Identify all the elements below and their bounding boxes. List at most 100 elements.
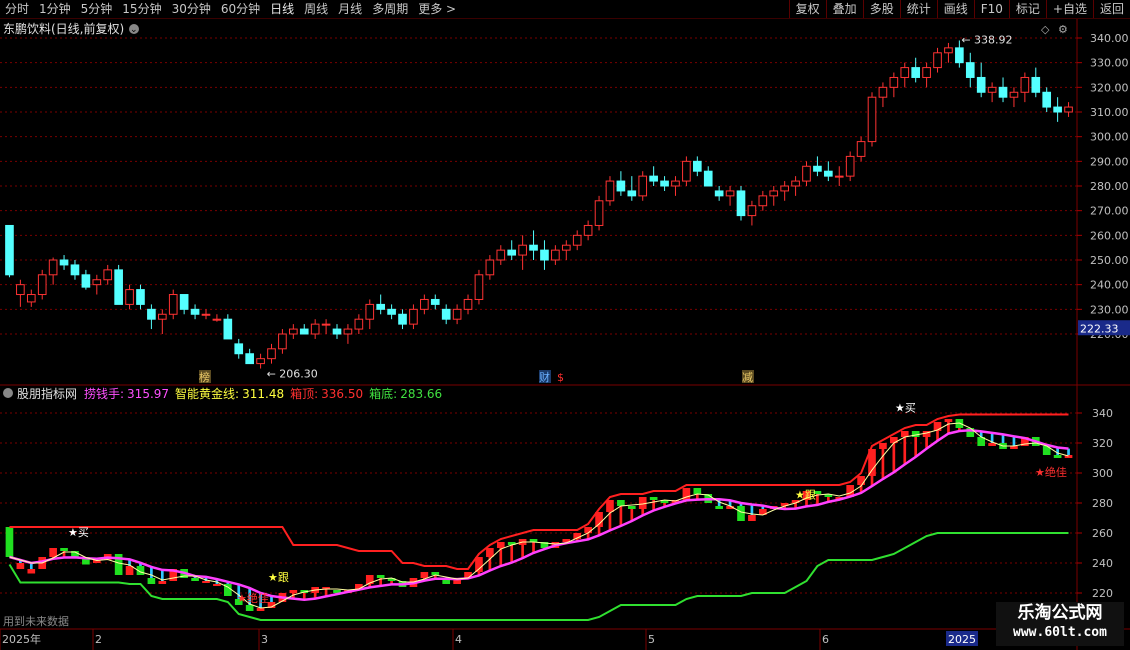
candle-body	[474, 274, 484, 300]
candle-body	[529, 244, 538, 251]
candle-body	[900, 67, 910, 78]
toolbar-button-4[interactable]: 画线	[936, 0, 974, 18]
tab-5[interactable]: 60分钟	[216, 0, 265, 18]
candle-body	[157, 313, 167, 320]
price-tick-label: 290.00	[1090, 155, 1129, 168]
candle-body	[201, 313, 211, 316]
signal-label: ★买	[68, 526, 89, 539]
chart-area[interactable]: ← 338.92← 206.30榜财 $ 减 340.00330.00320.003…	[0, 19, 1130, 650]
tab-8[interactable]: 月线	[333, 0, 367, 18]
toolbar-button-2[interactable]: 多股	[862, 0, 900, 18]
candle-body	[725, 190, 735, 197]
candle-body	[616, 180, 626, 192]
indicator-legend: 捞钱手: 315.97 智能黄金线: 311.48 箱顶: 336.50 箱底: 283.66	[84, 386, 442, 401]
toolbar-button-6[interactable]: 标记	[1008, 0, 1046, 18]
candle-body	[955, 47, 964, 64]
candle-body	[627, 190, 637, 197]
date-label: 6	[822, 633, 829, 646]
toolbar-button-0[interactable]: 复权	[788, 0, 826, 18]
candle-body	[463, 298, 473, 310]
legend-item: 箱底:	[369, 386, 397, 401]
event-marker[interactable]: 减	[742, 371, 753, 384]
candle-body	[430, 298, 440, 305]
price-tick-label: 270.00	[1090, 205, 1129, 218]
toolbar-button-8[interactable]: 返回	[1092, 0, 1130, 18]
indicator-candle	[890, 437, 898, 443]
candle-body	[485, 259, 495, 276]
indicator-title-group: 股朋指标网 捞钱手: 315.97 智能黄金线: 311.48 箱顶: 336.50 箱底:…	[3, 386, 442, 401]
candle-body	[507, 249, 517, 256]
candle-body	[332, 328, 342, 335]
gear-icon[interactable]: ⚙	[1058, 23, 1068, 36]
candle-body	[682, 160, 691, 182]
candle-body	[911, 67, 921, 78]
indicator-name: 股朋指标网	[17, 386, 77, 401]
candle-body	[37, 274, 47, 296]
candle-body	[638, 175, 648, 197]
candle-body	[420, 298, 429, 310]
tab-7[interactable]: 周线	[299, 0, 333, 18]
indicator-candle	[376, 575, 385, 578]
candle-body	[605, 180, 615, 202]
candle-body	[223, 318, 233, 340]
candle-body	[998, 86, 1008, 98]
date-label: 5	[648, 633, 655, 646]
price-tick-label: 300.00	[1090, 131, 1129, 144]
candle-body	[856, 141, 866, 157]
price-tick-label: 230.00	[1090, 303, 1129, 316]
candle-body	[125, 289, 134, 305]
tab-10[interactable]: 更多 >	[413, 0, 461, 18]
candle-body	[594, 200, 604, 226]
date-label: 2025年	[2, 632, 41, 646]
legend-value: 311.48	[242, 387, 284, 401]
candle-body	[933, 52, 942, 69]
tab-4[interactable]: 30分钟	[167, 0, 216, 18]
price-axis: 340.00 330.00 320.00 310.00 300.00 290.00 280.…	[1077, 32, 1130, 341]
diamond-icon[interactable]: ◇	[1041, 23, 1050, 36]
indicator-candle	[879, 443, 887, 449]
event-marker[interactable]: $	[557, 371, 564, 384]
candle-body	[703, 170, 713, 187]
toolbar-button-3[interactable]: 统计	[899, 0, 937, 18]
main-candles	[5, 40, 1073, 369]
event-marker[interactable]: 榜	[199, 370, 210, 384]
toolbar-button-1[interactable]: 叠加	[825, 0, 863, 18]
indicator-candle	[289, 590, 298, 593]
top-toolbar: 分时 1分钟 5分钟 15分钟 30分钟 60分钟 日线 周线 月线 多周期 更多 > 复权 叠加 多股…	[0, 0, 1130, 19]
event-marker[interactable]: 财	[539, 370, 550, 384]
candle-body	[387, 308, 396, 315]
toolbar-button-7[interactable]: +自选	[1045, 0, 1093, 18]
toolbar-button-5[interactable]: F10	[973, 0, 1009, 18]
candle-body	[802, 165, 811, 182]
candle-body	[1053, 106, 1062, 113]
candle-body	[572, 234, 582, 246]
indicator-candle	[27, 569, 36, 574]
tab-2[interactable]: 5分钟	[76, 0, 118, 18]
tab-9[interactable]: 多周期	[367, 0, 413, 18]
candle-body	[944, 47, 953, 54]
candle-body	[212, 318, 222, 321]
indicator-lines: ★买 ★跟 ★跟 ★绝佳 ★绝佳 ★买	[8, 402, 1069, 621]
candle-body	[441, 308, 451, 320]
candle-body	[256, 358, 265, 365]
candle-body	[747, 205, 757, 217]
candle-body	[299, 328, 309, 335]
indicator-candle	[911, 431, 920, 437]
price-tick-label: 330.00	[1090, 57, 1129, 70]
candle-body	[867, 96, 877, 143]
legend-value: 336.50	[321, 387, 363, 401]
candle-body	[813, 165, 822, 172]
tab-6[interactable]: 日线	[265, 0, 299, 18]
tab-3[interactable]: 15分钟	[117, 0, 166, 18]
tab-0[interactable]: 分时	[0, 0, 34, 18]
chevron-down-icon[interactable]	[3, 388, 13, 398]
tab-1[interactable]: 1分钟	[34, 0, 76, 18]
candle-body	[409, 308, 418, 325]
date-label: 4	[455, 633, 462, 646]
indicator-candle	[158, 581, 167, 584]
candle-body	[354, 318, 364, 330]
legend-item: 智能黄金线:	[175, 386, 239, 401]
date-label: 2	[95, 633, 102, 646]
candle-body	[136, 289, 145, 305]
indicator-tick-label: 320	[1092, 437, 1113, 450]
